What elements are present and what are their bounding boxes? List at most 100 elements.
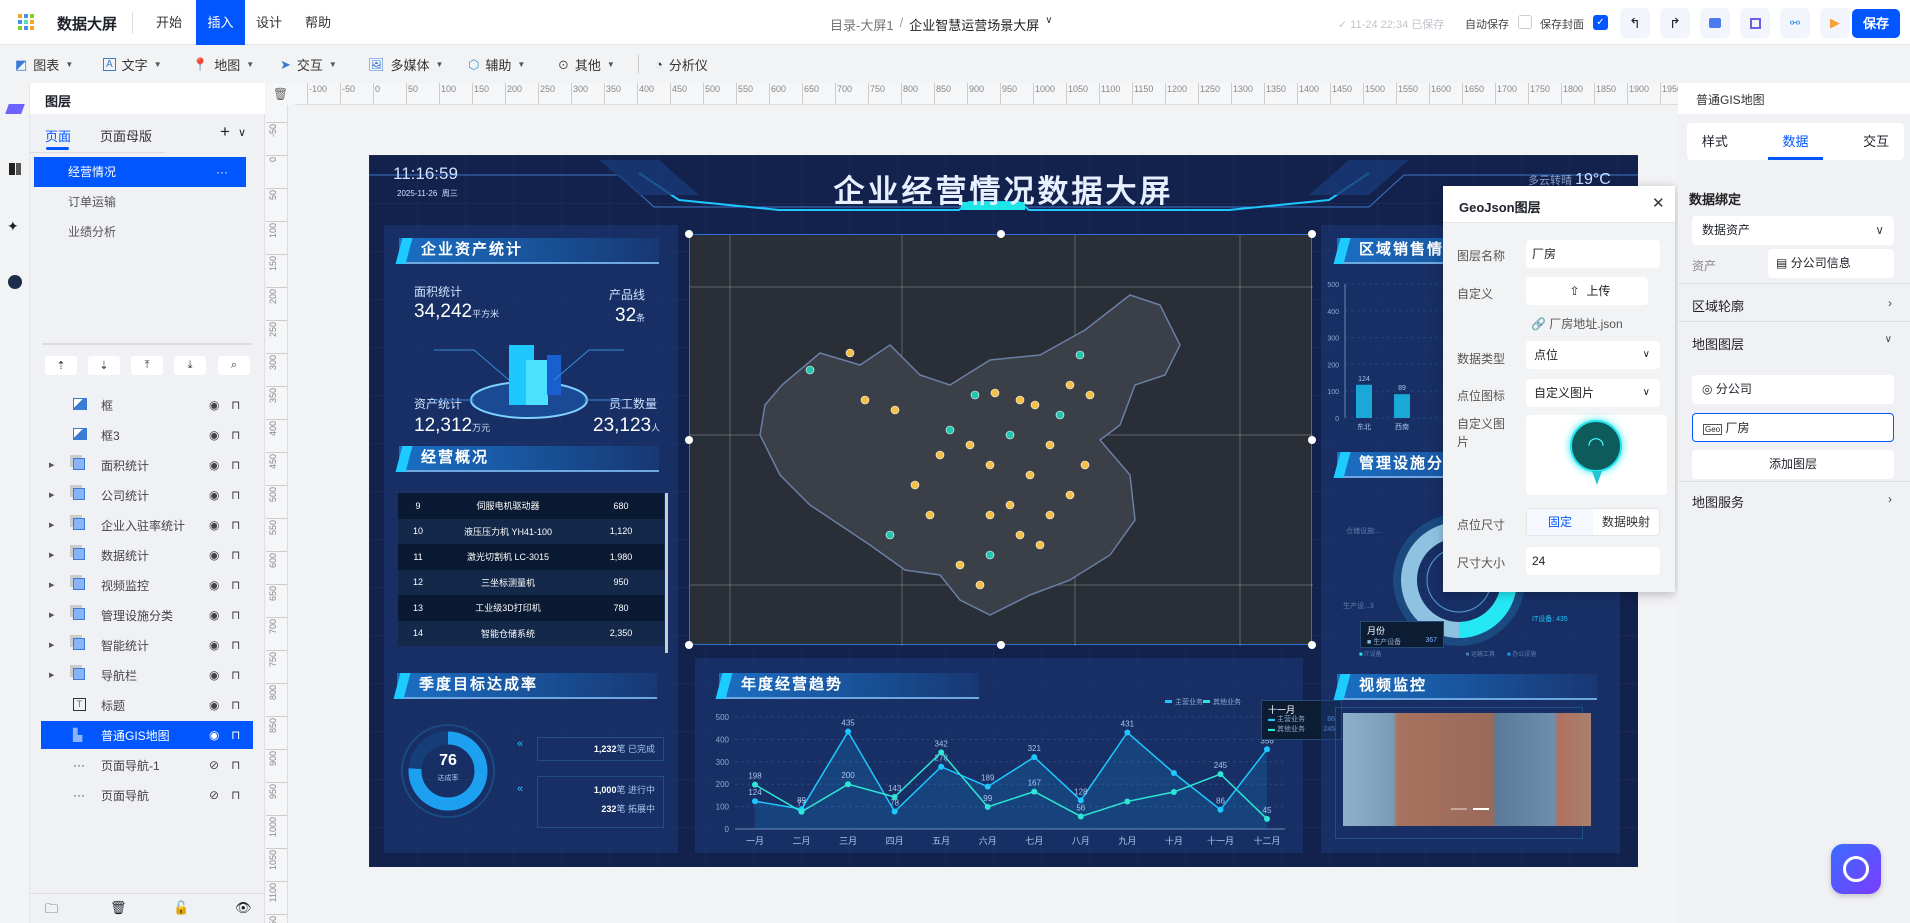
eye-icon[interactable]: ◉	[209, 668, 225, 682]
layer-item[interactable]: ▶ 面积统计 ◉ ⊓	[41, 451, 253, 479]
components-icon[interactable]	[9, 163, 21, 175]
data-point[interactable]	[1217, 806, 1224, 813]
eye-icon[interactable]: ◉	[209, 398, 225, 412]
resize-handle[interactable]	[1308, 230, 1316, 238]
move-top-button[interactable]: ⤒	[131, 356, 163, 375]
map-marker[interactable]	[965, 440, 975, 450]
add-page-icon[interactable]: +	[220, 122, 230, 142]
add-layer-button[interactable]: 添加图层	[1692, 450, 1894, 479]
close-icon[interactable]: ✕	[1652, 194, 1665, 212]
breadcrumb-root[interactable]: 目录-大屏1	[830, 15, 894, 34]
map-marker[interactable]	[1035, 540, 1045, 550]
save-button[interactable]: 保存	[1852, 9, 1900, 38]
move-bottom-button[interactable]: ⤓	[174, 356, 206, 375]
upload-button[interactable]: ⇧ 上传	[1526, 277, 1648, 305]
map-marker[interactable]	[925, 510, 935, 520]
search-button[interactable]: ⌕	[218, 356, 250, 375]
data-source-select[interactable]: 数据资产 ∨	[1692, 216, 1894, 245]
layer-item[interactable]: 框 ◉ ⊓	[41, 391, 253, 419]
toolbar-text[interactable]: A 文字 ▼	[103, 55, 162, 74]
map-marker[interactable]	[985, 510, 995, 520]
expand-arrow-icon[interactable]: ▶	[49, 671, 61, 679]
gis-map[interactable]	[689, 234, 1313, 646]
layers-icon[interactable]	[5, 104, 25, 114]
toolbar-assist[interactable]: ⬡ 辅助 ▼	[468, 55, 525, 74]
pie-chart-icon[interactable]	[8, 275, 22, 289]
unlock-icon[interactable]: ⊓	[231, 758, 247, 772]
chevron-right-icon[interactable]: ›	[1888, 492, 1892, 506]
data-point[interactable]	[1264, 746, 1270, 753]
layer-item[interactable]: ▶ 企业入驻率统计 ◉ ⊓	[41, 511, 253, 539]
trash-icon[interactable]: 🗑	[110, 900, 127, 916]
carousel-indicator[interactable]	[1451, 808, 1467, 810]
map-marker[interactable]	[990, 388, 1000, 398]
save-cover-checkbox[interactable]: ✓	[1593, 15, 1608, 30]
chevron-down-icon[interactable]: ∨	[238, 126, 246, 139]
panel-splitter[interactable]	[42, 343, 252, 345]
map-layers-section[interactable]: 地图图层	[1692, 334, 1744, 353]
unlock-icon[interactable]: ⊓	[231, 518, 247, 532]
layer-item[interactable]: T 标题 ◉ ⊓	[41, 691, 253, 719]
data-point[interactable]	[984, 803, 991, 810]
map-layer-item[interactable]: Geo 厂房	[1692, 413, 1894, 442]
table-scrollbar[interactable]	[665, 493, 668, 653]
expand-arrow-icon[interactable]: ▶	[49, 461, 61, 469]
map-marker[interactable]	[975, 580, 985, 590]
eye-icon[interactable]: ◉	[209, 698, 225, 712]
map-marker[interactable]	[805, 365, 815, 375]
layer-item[interactable]: ▶ 数据统计 ◉ ⊓	[41, 541, 253, 569]
eye-icon[interactable]: ◉	[209, 458, 225, 472]
resize-handle[interactable]	[997, 641, 1005, 649]
data-point[interactable]	[1264, 815, 1270, 822]
preview-layout-button[interactable]	[1700, 8, 1730, 38]
horizontal-ruler[interactable]: -100 -50 0 50 100 150 200 250 300 350 400 450 500 550…	[295, 83, 1678, 105]
share-button[interactable]: ⚯	[1780, 8, 1810, 38]
expand-arrow-icon[interactable]: ▶	[49, 611, 61, 619]
layer-item[interactable]: ··· 页面导航 ⊘ ⊓	[41, 781, 253, 809]
layer-item[interactable]: 框3 ◉ ⊓	[41, 421, 253, 449]
bar[interactable]	[1356, 384, 1372, 418]
expand-arrow-icon[interactable]: ▶	[49, 491, 61, 499]
page-item[interactable]: 订单运输	[34, 187, 246, 217]
chevron-down-icon[interactable]: ∨	[1885, 334, 1892, 345]
unlock-icon[interactable]: ⊓	[231, 788, 247, 802]
data-point[interactable]	[1031, 754, 1038, 761]
layer-item[interactable]: ▶ 智能统计 ◉ ⊓	[41, 631, 253, 659]
eye-icon[interactable]: ◉	[209, 488, 225, 502]
region-outline-section[interactable]: 区域轮廓	[1692, 296, 1744, 315]
breadcrumb-current[interactable]: 企业智慧运营场景大屏	[909, 15, 1039, 34]
toolbar-media[interactable]: 🖼 多媒体 ▼	[368, 55, 443, 74]
data-point[interactable]	[891, 793, 898, 800]
unlock-icon[interactable]: ⊓	[231, 728, 247, 742]
eye-icon[interactable]: ◉	[209, 578, 225, 592]
map-marker[interactable]	[1005, 430, 1015, 440]
data-point[interactable]	[845, 781, 852, 788]
unlock-icon[interactable]: ⊓	[231, 398, 247, 412]
video-player[interactable]	[1343, 713, 1591, 826]
layer-name-input[interactable]: 厂房	[1526, 240, 1660, 268]
unlock-icon[interactable]: ⊓	[231, 548, 247, 562]
eye-icon[interactable]: ◉	[209, 608, 225, 622]
page-item[interactable]: 业绩分析	[34, 217, 246, 247]
eye-icon[interactable]: ◉	[209, 728, 225, 742]
app-grid-icon[interactable]	[18, 14, 34, 30]
data-point[interactable]	[1124, 798, 1131, 805]
auto-save-checkbox[interactable]	[1518, 15, 1532, 29]
resize-handle[interactable]	[685, 641, 693, 649]
resize-handle[interactable]	[1308, 436, 1316, 444]
map-marker[interactable]	[885, 530, 895, 540]
eye-icon[interactable]: ◉	[209, 638, 225, 652]
layer-item[interactable]: ▶ 导航栏 ◉ ⊓	[41, 661, 253, 689]
resize-handle[interactable]	[685, 436, 693, 444]
magic-wand-icon[interactable]: ✦	[7, 218, 19, 235]
map-marker[interactable]	[1015, 530, 1025, 540]
new-folder-icon[interactable]: 🗀	[45, 900, 58, 922]
toolbar-interaction[interactable]: ➤ 交互 ▼	[280, 55, 337, 74]
map-marker[interactable]	[1015, 395, 1025, 405]
unlock-icon[interactable]: ⊓	[231, 578, 247, 592]
eye-icon[interactable]: 👁	[235, 900, 252, 916]
map-marker[interactable]	[890, 405, 900, 415]
size-mode-fixed[interactable]: 固定	[1527, 509, 1593, 535]
map-marker[interactable]	[1085, 390, 1095, 400]
more-icon[interactable]: ···	[216, 157, 228, 187]
